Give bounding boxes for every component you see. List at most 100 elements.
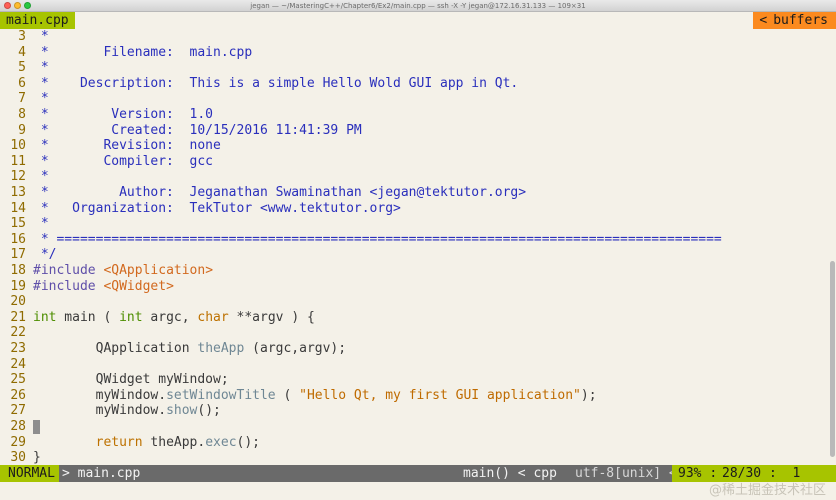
code-line: 14 * Organization: TekTutor <www.tektuto… [0,200,401,217]
line-text: * [33,169,49,185]
code-line: 13 * Author: Jeganathan Swaminathan <jeg… [0,185,526,201]
statusline-encoding: utf-8[unix] < [575,465,677,482]
method-token: show [166,403,198,419]
scrollbar-thumb[interactable] [830,261,835,457]
line-text: } [33,450,41,466]
line-text: QWidget myWindow; [33,372,229,388]
code-line: 18 #include <QApplication> [0,263,213,279]
line-number: 23 [10,341,26,356]
vim-tabline: main.cpp < buffers [0,12,836,29]
window-controls [4,2,31,9]
code-line: 6 * Description: This is a simple Hello … [0,75,518,92]
line-text: * Filename: main.cpp [33,44,253,60]
code-token: ( [275,387,300,403]
line-number: 26 [10,387,26,403]
editor-pane[interactable]: 3 * 4 * Filename: main.cpp 5 * 6 * Descr… [0,29,836,465]
line-number: 17 [10,247,26,263]
code-token: (argc,argv); [244,341,347,356]
line-text: * [33,60,49,76]
line-number: 19 [10,278,26,294]
line-text: * [33,216,49,232]
line-text: * Organization: TekTutor <www.tektutor.o… [33,200,401,216]
code-line: 20 [0,294,26,310]
buffers-arrow: < [759,13,768,28]
code-line: 26 myWindow.setWindowTitle ( "Hello Qt, … [0,387,596,404]
identifier-token: theApp [197,341,245,356]
minimize-window-button[interactable] [14,2,21,9]
vim-statusline: NORMAL > main.cpp main() < cpp utf-8[uni… [0,465,836,482]
include-directive: #include [33,263,104,278]
code-line: 27 myWindow.show(); [0,403,221,419]
code-token: (); [197,403,221,419]
line-number: 11 [10,153,26,169]
code-token: QApplication [33,341,198,356]
line-number: 18 [10,263,26,278]
code-token: ); [580,387,597,403]
line-text: * Created: 10/15/2016 11:41:39 PM [33,122,362,138]
line-number: 6 [18,75,26,91]
watermark-text: @稀土掘金技术社区 [708,483,826,498]
line-text: * Description: This is a simple Hello Wo… [33,75,519,91]
code-token: main ( [56,309,120,325]
column-value: 1 [792,466,801,481]
code-line: 3 * [0,29,48,45]
type-token: int [33,309,57,325]
keyword-token: return [95,434,143,450]
text-cursor [33,419,40,434]
vertical-scrollbar[interactable] [829,29,836,465]
line-number: 28 [10,419,26,434]
type-token: int [119,309,143,325]
mode-indicator: NORMAL [0,465,59,482]
line-number: 25 [10,372,26,388]
line-number: 24 [10,356,26,372]
code-line: 22 [0,325,26,341]
line-number: 12 [10,169,26,185]
code-line: 12 * [0,169,48,185]
line-number: 15 [10,216,26,232]
line-text: */ [33,247,57,263]
method-token: exec [205,434,237,450]
code-line-current: 28 [0,419,40,435]
line-number: 8 [18,107,26,122]
percent-value: 93% [678,466,702,481]
code-line: 24 [0,357,26,373]
line-text: * Author: Jeganathan Swaminathan <jegan@… [33,185,527,200]
buffers-label: buffers [773,13,828,28]
line-text: * [33,29,49,44]
code-token: theApp. [142,434,206,450]
statusline-filename: main.cpp [77,466,141,481]
close-window-button[interactable] [4,2,11,9]
window-titlebar: jegan — ~/MasteringC++/Chapter6/Ex2/main… [0,0,836,12]
position-value: 28/30 [722,466,762,481]
statusline-file: > main.cpp [62,465,140,482]
line-text: * Revision: none [33,138,221,154]
code-line: 4 * Filename: main.cpp [0,45,252,61]
code-line: 10 * Revision: none [0,138,221,154]
code-line: 8 * Version: 1.0 [0,107,213,123]
code-token: (); [236,434,261,450]
code-line: 17 */ [0,247,56,263]
statusline-function: main() < cpp [463,466,557,481]
line-number: 13 [10,185,26,200]
line-number: 27 [10,403,26,419]
line-number: 10 [10,138,26,154]
position-sep: : [768,466,777,481]
code-line: 21 int main ( int argc, char **argv ) { [0,310,314,326]
window-title: jegan — ~/MasteringC++/Chapter6/Ex2/main… [250,2,586,10]
buffers-indicator[interactable]: < buffers [753,12,836,29]
statusline-position: 28/30 : 1 [716,465,836,482]
tab-main-cpp[interactable]: main.cpp [0,12,75,29]
code-token: myWindow. [33,403,167,419]
zoom-window-button[interactable] [24,2,31,9]
code-line: 15 * [0,216,48,232]
code-line: 11 * Compiler: gcc [0,153,213,170]
code-line: 9 * Created: 10/15/2016 11:41:39 PM [0,123,362,139]
method-token: setWindowTitle [166,387,276,403]
line-number: 14 [10,200,26,216]
code-line: 7 * [0,91,48,107]
code-token: myWindow. [33,387,167,403]
line-number: 20 [10,294,26,310]
type-token: char [197,309,229,325]
include-target: <QApplication> [103,263,214,278]
include-target: <QWidget> [103,278,174,294]
